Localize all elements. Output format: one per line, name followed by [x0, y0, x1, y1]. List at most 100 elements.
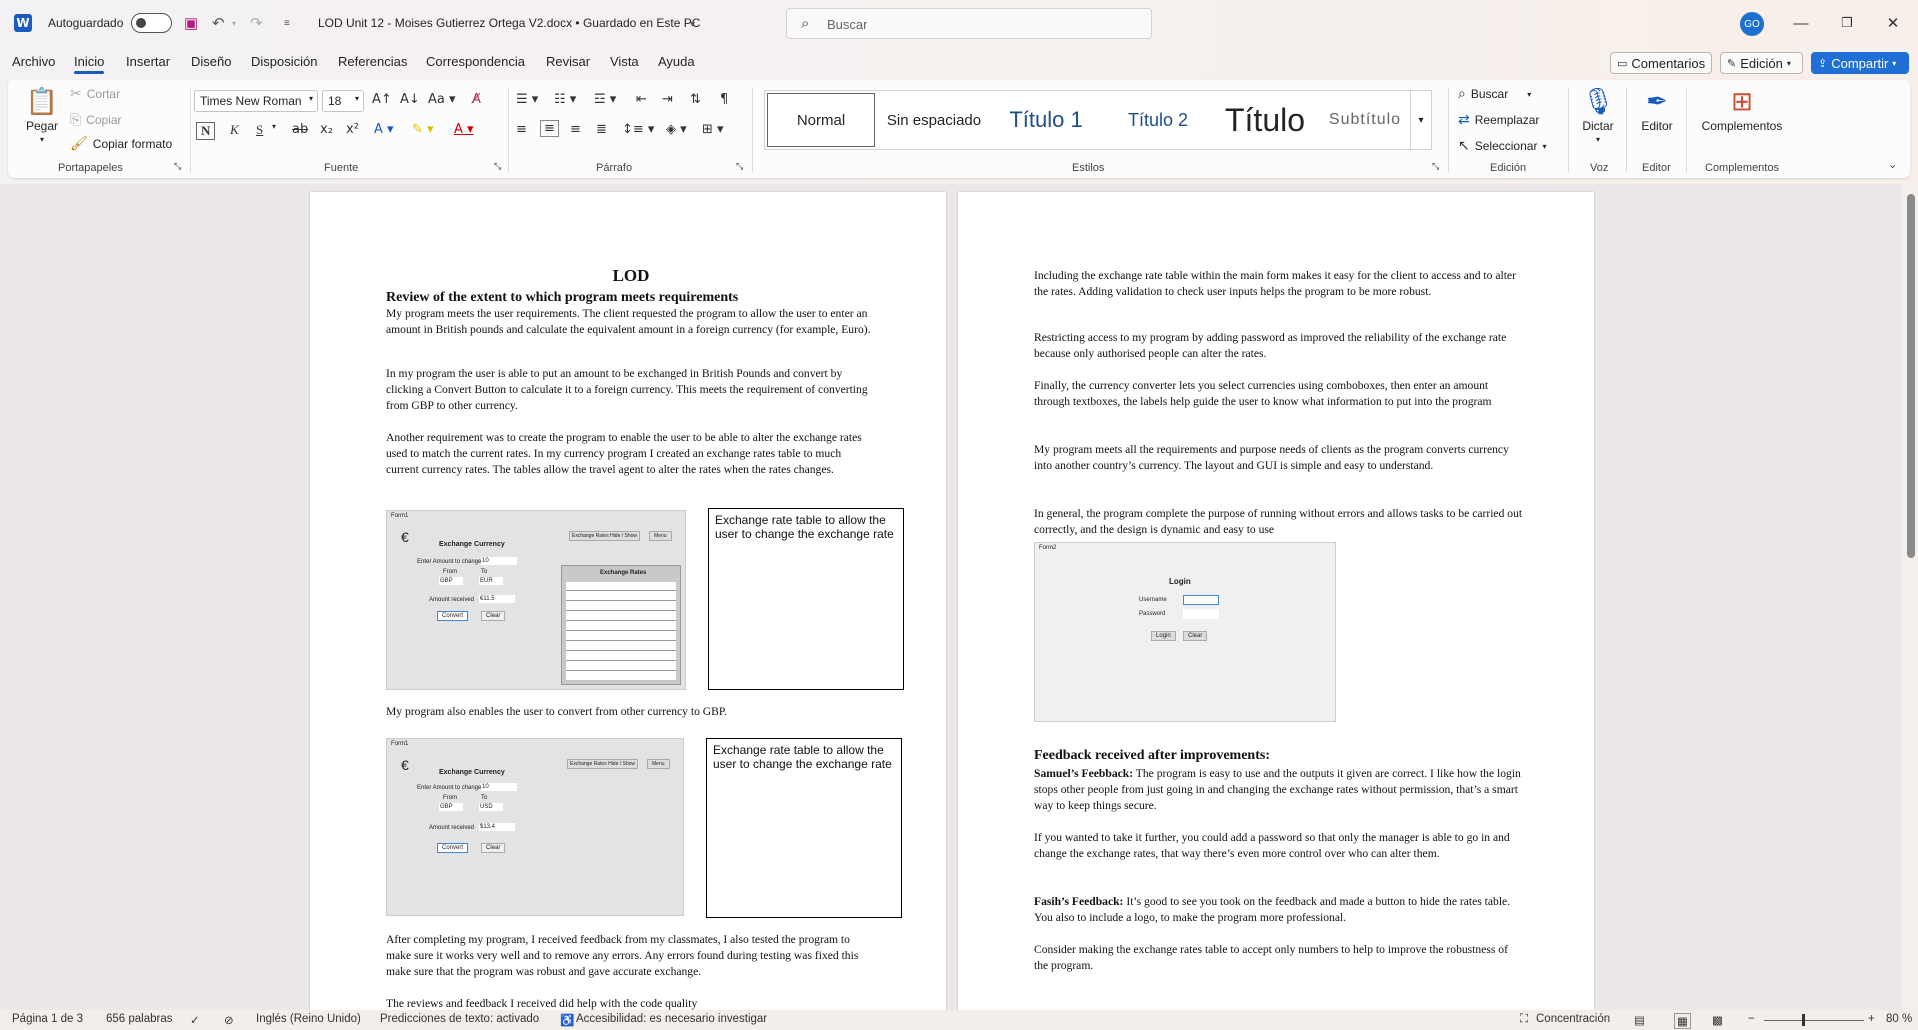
- style-heading2[interactable]: Título 2: [1103, 91, 1213, 149]
- dialog-launcher-icon[interactable]: ⤡: [736, 162, 743, 172]
- style-title[interactable]: Título: [1215, 91, 1315, 149]
- line-spacing-icon[interactable]: ↕≡ ▾: [622, 122, 654, 137]
- vertical-scrollbar[interactable]: [1904, 184, 1918, 1010]
- tab-archivo[interactable]: Archivo: [12, 54, 55, 69]
- currency-app-screenshot-1[interactable]: Form1 € Exchange Currency Enter Amount t…: [386, 510, 686, 690]
- zoom-slider-thumb[interactable]: [1802, 1014, 1805, 1026]
- multilevel-list-icon[interactable]: ☲ ▾: [594, 92, 616, 107]
- dialog-launcher-icon[interactable]: ⤡: [494, 162, 501, 172]
- minimize-icon[interactable]: —: [1786, 10, 1816, 36]
- text-effects-icon[interactable]: A ▾: [374, 122, 394, 137]
- word-count[interactable]: 656 palabras: [106, 1013, 173, 1025]
- currency-app-screenshot-2[interactable]: Form1 € Exchange Currency Enter Amount t…: [386, 738, 684, 916]
- proofing-icon[interactable]: ✓: [190, 1013, 200, 1027]
- sort-icon[interactable]: ⇅: [690, 92, 701, 107]
- align-center-icon[interactable]: ≡: [540, 120, 559, 137]
- numbering-icon[interactable]: ☷ ▾: [554, 92, 576, 107]
- document-title[interactable]: LOD Unit 12 - Moises Gutierrez Ortega V2…: [318, 16, 700, 30]
- comments-button[interactable]: ▭ Comentarios: [1610, 52, 1712, 74]
- focus-mode-label[interactable]: Concentración: [1536, 1013, 1610, 1025]
- title-chevron-icon[interactable]: ▾: [690, 13, 695, 35]
- read-mode-icon[interactable]: ▤: [1634, 1013, 1645, 1027]
- callout-box[interactable]: Exchange rate table to allow the user to…: [706, 738, 902, 918]
- autosave-toggle[interactable]: [131, 13, 172, 33]
- justify-icon[interactable]: ≣: [596, 122, 607, 137]
- tab-diseno[interactable]: Diseño: [191, 54, 231, 69]
- superscript-button[interactable]: x²: [346, 122, 359, 137]
- zoom-level[interactable]: 80 %: [1886, 1013, 1912, 1025]
- styles-more-icon[interactable]: ▾: [1410, 90, 1432, 150]
- tab-disposicion[interactable]: Disposición: [251, 54, 317, 69]
- share-button[interactable]: ⇪ Compartir ▾: [1811, 52, 1909, 74]
- style-no-spacing[interactable]: Sin espaciado: [879, 91, 989, 149]
- user-avatar[interactable]: GO: [1740, 12, 1764, 36]
- dialog-launcher-icon[interactable]: ⤡: [174, 162, 181, 172]
- accessibility-icon[interactable]: ♿: [560, 1013, 574, 1027]
- tab-referencias[interactable]: Referencias: [338, 54, 407, 69]
- track-changes-icon[interactable]: ⊘: [224, 1013, 234, 1027]
- scrollbar-thumb[interactable]: [1907, 194, 1915, 558]
- editor-button[interactable]: ✒ Editor: [1634, 86, 1680, 133]
- font-size-select[interactable]: 18 ▾: [322, 90, 364, 112]
- accessibility-status[interactable]: Accesibilidad: es necesario investigar: [576, 1013, 767, 1025]
- customize-toolbar-icon[interactable]: ≡: [284, 12, 290, 34]
- language-status[interactable]: Inglés (Reino Unido): [256, 1013, 361, 1025]
- dialog-launcher-icon[interactable]: ⤡: [1432, 162, 1439, 172]
- subscript-button[interactable]: x₂: [320, 122, 333, 137]
- chevron-down-icon[interactable]: ▾: [272, 122, 276, 131]
- clear-formatting-icon[interactable]: A̸: [472, 92, 481, 107]
- style-normal[interactable]: Normal: [767, 93, 875, 147]
- zoom-out-icon[interactable]: −: [1748, 1013, 1755, 1025]
- callout-box[interactable]: Exchange rate table to allow the user to…: [708, 508, 904, 690]
- collapse-ribbon-icon[interactable]: ⌄: [1888, 158, 1897, 171]
- login-screenshot[interactable]: Form2 Login Username Password Login Clea…: [1034, 542, 1336, 722]
- focus-icon[interactable]: ⛶: [1520, 1013, 1528, 1026]
- editing-mode-button[interactable]: ✎ Edición ▾: [1720, 52, 1803, 74]
- page-count[interactable]: Página 1 de 3: [12, 1013, 83, 1025]
- align-right-icon[interactable]: ≡: [570, 122, 581, 137]
- undo-dropdown-icon[interactable]: ▾: [232, 12, 236, 34]
- style-subtitle[interactable]: Subtítulo: [1317, 91, 1413, 149]
- dictate-button[interactable]: 🎙 Dictar ▾: [1576, 86, 1620, 144]
- tab-ayuda[interactable]: Ayuda: [658, 54, 695, 69]
- font-family-select[interactable]: Times New Roman ▾: [194, 90, 318, 112]
- tab-correspondencia[interactable]: Correspondencia: [426, 54, 525, 69]
- text-predictions-status[interactable]: Predicciones de texto: activado: [380, 1013, 539, 1025]
- format-painter-button[interactable]: 🖌 Copiar formato: [70, 136, 172, 152]
- zoom-in-icon[interactable]: +: [1868, 1013, 1875, 1025]
- find-button[interactable]: ⌕ Buscar ▾: [1458, 86, 1531, 102]
- replace-button[interactable]: ⇄ Reemplazar: [1458, 112, 1539, 128]
- tab-vista[interactable]: Vista: [610, 54, 639, 69]
- decrease-indent-icon[interactable]: ⇤: [636, 92, 647, 107]
- addins-button[interactable]: ⊞ Complementos: [1692, 86, 1792, 133]
- cut-button[interactable]: ✂ Cortar: [70, 86, 120, 102]
- restore-icon[interactable]: ❐: [1832, 10, 1862, 36]
- font-color-icon[interactable]: A ▾: [454, 122, 474, 137]
- select-button[interactable]: ↖ Seleccionar ▾: [1458, 138, 1546, 154]
- search-box[interactable]: ⌕ Buscar: [786, 8, 1152, 39]
- underline-button[interactable]: S: [256, 122, 263, 138]
- bold-button[interactable]: N: [196, 122, 216, 140]
- web-layout-icon[interactable]: ▩: [1712, 1013, 1723, 1027]
- document-canvas[interactable]: LOD Review of the extent to which progra…: [0, 184, 1902, 1010]
- copy-button[interactable]: ⎘ Copiar: [70, 112, 122, 128]
- shading-icon[interactable]: ◈ ▾: [666, 122, 687, 137]
- strikethrough-button[interactable]: ab: [292, 122, 308, 137]
- redo-icon[interactable]: ↷: [250, 12, 263, 34]
- borders-icon[interactable]: ⊞ ▾: [702, 122, 724, 137]
- show-marks-icon[interactable]: ¶: [720, 92, 728, 107]
- bullets-icon[interactable]: ☰ ▾: [516, 92, 538, 107]
- tab-inicio[interactable]: Inicio: [74, 54, 105, 74]
- increase-indent-icon[interactable]: ⇥: [662, 92, 673, 107]
- page-2[interactable]: Including the exchange rate table within…: [958, 192, 1594, 1010]
- undo-icon[interactable]: ↶: [212, 12, 225, 34]
- align-left-icon[interactable]: ≡: [516, 122, 527, 137]
- highlight-icon[interactable]: ✎ ▾: [412, 122, 434, 137]
- paste-button[interactable]: 📋 Pegar ▾: [24, 86, 60, 144]
- shrink-font-icon[interactable]: A↓: [400, 92, 420, 107]
- print-layout-icon[interactable]: ▦: [1674, 1013, 1691, 1029]
- grow-font-icon[interactable]: A↑: [372, 92, 392, 107]
- tab-revisar[interactable]: Revisar: [546, 54, 590, 69]
- page-1[interactable]: LOD Review of the extent to which progra…: [310, 192, 946, 1010]
- italic-button[interactable]: K: [230, 122, 239, 138]
